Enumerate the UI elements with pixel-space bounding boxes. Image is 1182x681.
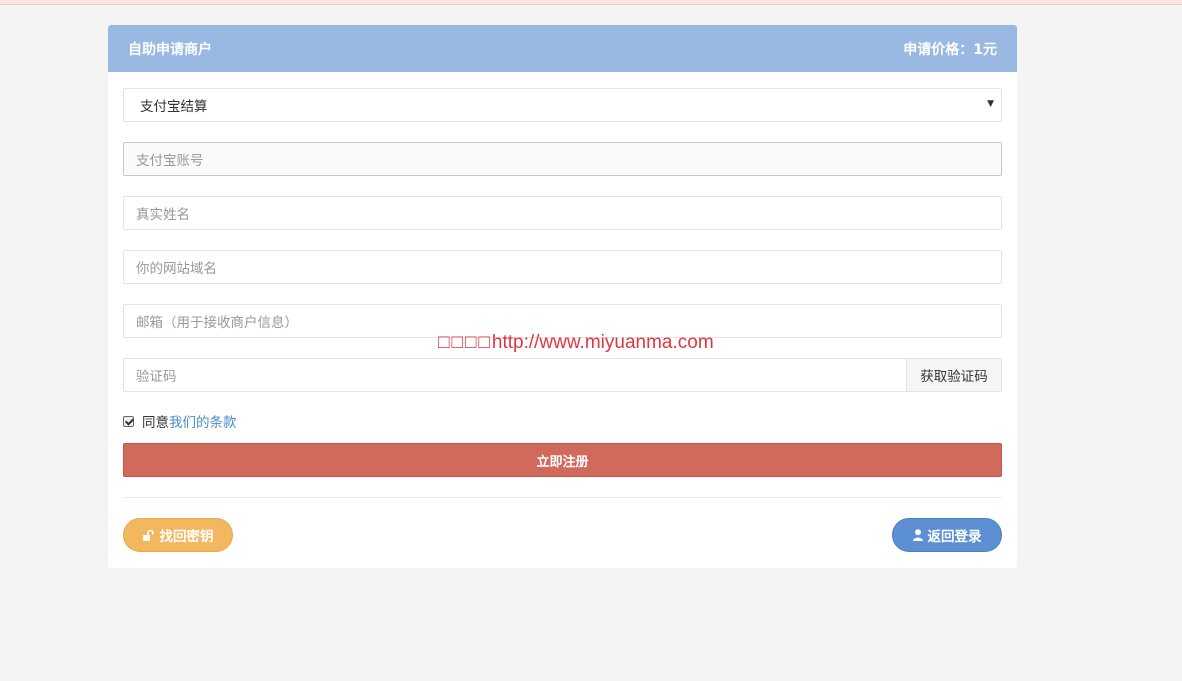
- panel-header: 自助申请商户 申请价格：1元: [108, 25, 1017, 72]
- agree-row: 同意 我们的条款: [123, 411, 237, 431]
- divider: [123, 497, 1002, 498]
- agree-prefix: 同意: [142, 415, 169, 431]
- realname-input[interactable]: 真实姓名: [123, 196, 1002, 230]
- watermark-url: http://www.miyuanma.com: [491, 332, 714, 353]
- domain-placeholder: 你的网站域名: [136, 261, 217, 277]
- get-code-button[interactable]: 获取验证码: [906, 359, 1001, 391]
- realname-placeholder: 真实姓名: [136, 207, 190, 223]
- register-button[interactable]: 立即注册: [123, 443, 1002, 477]
- price-label: 申请价格：1元: [903, 41, 997, 58]
- verify-code-input[interactable]: 验证码: [124, 365, 906, 385]
- panel-title: 自助申请商户: [128, 41, 212, 58]
- domain-input[interactable]: 你的网站域名: [123, 250, 1002, 284]
- caret-down-icon: ▼: [987, 99, 994, 109]
- verify-code-group: 验证码 获取验证码: [123, 358, 1002, 392]
- alipay-account-input[interactable]: 支付宝账号: [123, 142, 1002, 176]
- unlock-icon: [142, 529, 154, 541]
- terms-link[interactable]: 我们的条款: [169, 411, 237, 431]
- settlement-select-value: 支付宝结算: [140, 99, 208, 115]
- forgot-key-button[interactable]: 找回密钥: [123, 518, 233, 552]
- agree-checkbox[interactable]: [123, 415, 134, 427]
- email-placeholder: 邮箱（用于接收商户信息）: [136, 315, 298, 331]
- top-border: [0, 0, 1182, 5]
- back-login-label: 返回登录: [927, 529, 982, 545]
- register-panel: 自助申请商户 申请价格：1元 支付宝结算 ▼ 支付宝账号 真实姓名 你的网站域名…: [108, 25, 1017, 568]
- back-login-button[interactable]: 返回登录: [892, 518, 1002, 552]
- forgot-key-label: 找回密钥: [159, 529, 214, 545]
- user-icon: [912, 529, 923, 541]
- watermark: □□□□http://www.miyuanma.com: [438, 332, 714, 354]
- alipay-account-placeholder: 支付宝账号: [136, 153, 204, 169]
- watermark-boxes: □□□□: [438, 332, 492, 353]
- settlement-select[interactable]: 支付宝结算 ▼: [123, 88, 1002, 122]
